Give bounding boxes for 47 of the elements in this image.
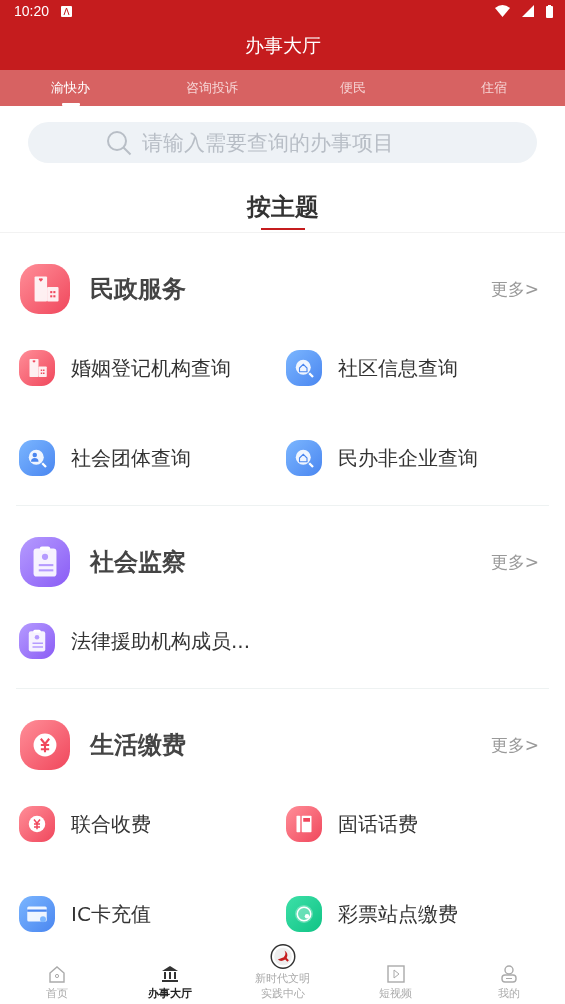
page-title: 办事大厅 [243, 33, 322, 58]
service-link[interactable]: 联合收费 [71, 810, 151, 838]
home-icon [46, 964, 67, 984]
nav-item[interactable]: 短视频 [339, 944, 452, 1004]
more-link[interactable]: 更多> [490, 277, 539, 301]
category-title: 社会监察 [90, 547, 187, 578]
status-time: 10:20 [14, 3, 50, 19]
building-icon [20, 264, 70, 314]
house-search-icon [285, 350, 322, 386]
nav-item[interactable]: 我的 [452, 944, 565, 1004]
phone-icon [285, 806, 322, 842]
battery-icon [546, 4, 553, 18]
tab[interactable]: 便民 [282, 70, 424, 106]
service-link[interactable]: 社会团体查询 [71, 444, 191, 472]
service-link[interactable]: 民办非企业查询 [337, 444, 478, 472]
service-link[interactable]: 彩票站点缴费 [337, 900, 458, 928]
nav-item[interactable]: 首页 [0, 944, 113, 1004]
video-icon [385, 964, 406, 984]
clipboard-icon [19, 623, 55, 659]
people-search-icon [19, 440, 55, 476]
more-link[interactable]: 更多> [490, 733, 539, 757]
category-title: 民政服务 [90, 274, 187, 305]
tab[interactable]: 咨询投诉 [141, 70, 283, 106]
nav-item[interactable]: 办事大厅 [113, 944, 226, 1004]
service-link[interactable]: 婚姻登记机构查询 [71, 354, 231, 382]
yen-coin-icon [20, 720, 70, 770]
tab[interactable]: 渝快办 [0, 70, 142, 106]
building-icon [19, 350, 55, 386]
yen-coin-icon [19, 806, 55, 842]
card-icon [19, 896, 55, 932]
wifi-icon [495, 5, 510, 17]
service-link[interactable]: IC卡充值 [71, 900, 151, 928]
more-link[interactable]: 更多> [490, 550, 539, 574]
service-link[interactable]: 固话话费 [337, 810, 418, 838]
nav-item[interactable]: 新时代文明实践中心 [226, 944, 339, 1004]
category-title: 生活缴费 [90, 730, 187, 761]
tab[interactable]: 住宿 [423, 70, 565, 106]
section-heading: 按主题 [246, 192, 319, 223]
signal-icon [522, 5, 534, 17]
notification-icon [61, 5, 73, 17]
service-link[interactable]: 社区信息查询 [337, 354, 458, 382]
clipboard-icon [20, 537, 70, 587]
search-icon [106, 130, 132, 156]
service-link[interactable]: 法律援助机构成员... [71, 627, 251, 655]
user-icon [498, 964, 519, 984]
house-search-icon [285, 440, 322, 476]
bank-icon [159, 964, 180, 984]
